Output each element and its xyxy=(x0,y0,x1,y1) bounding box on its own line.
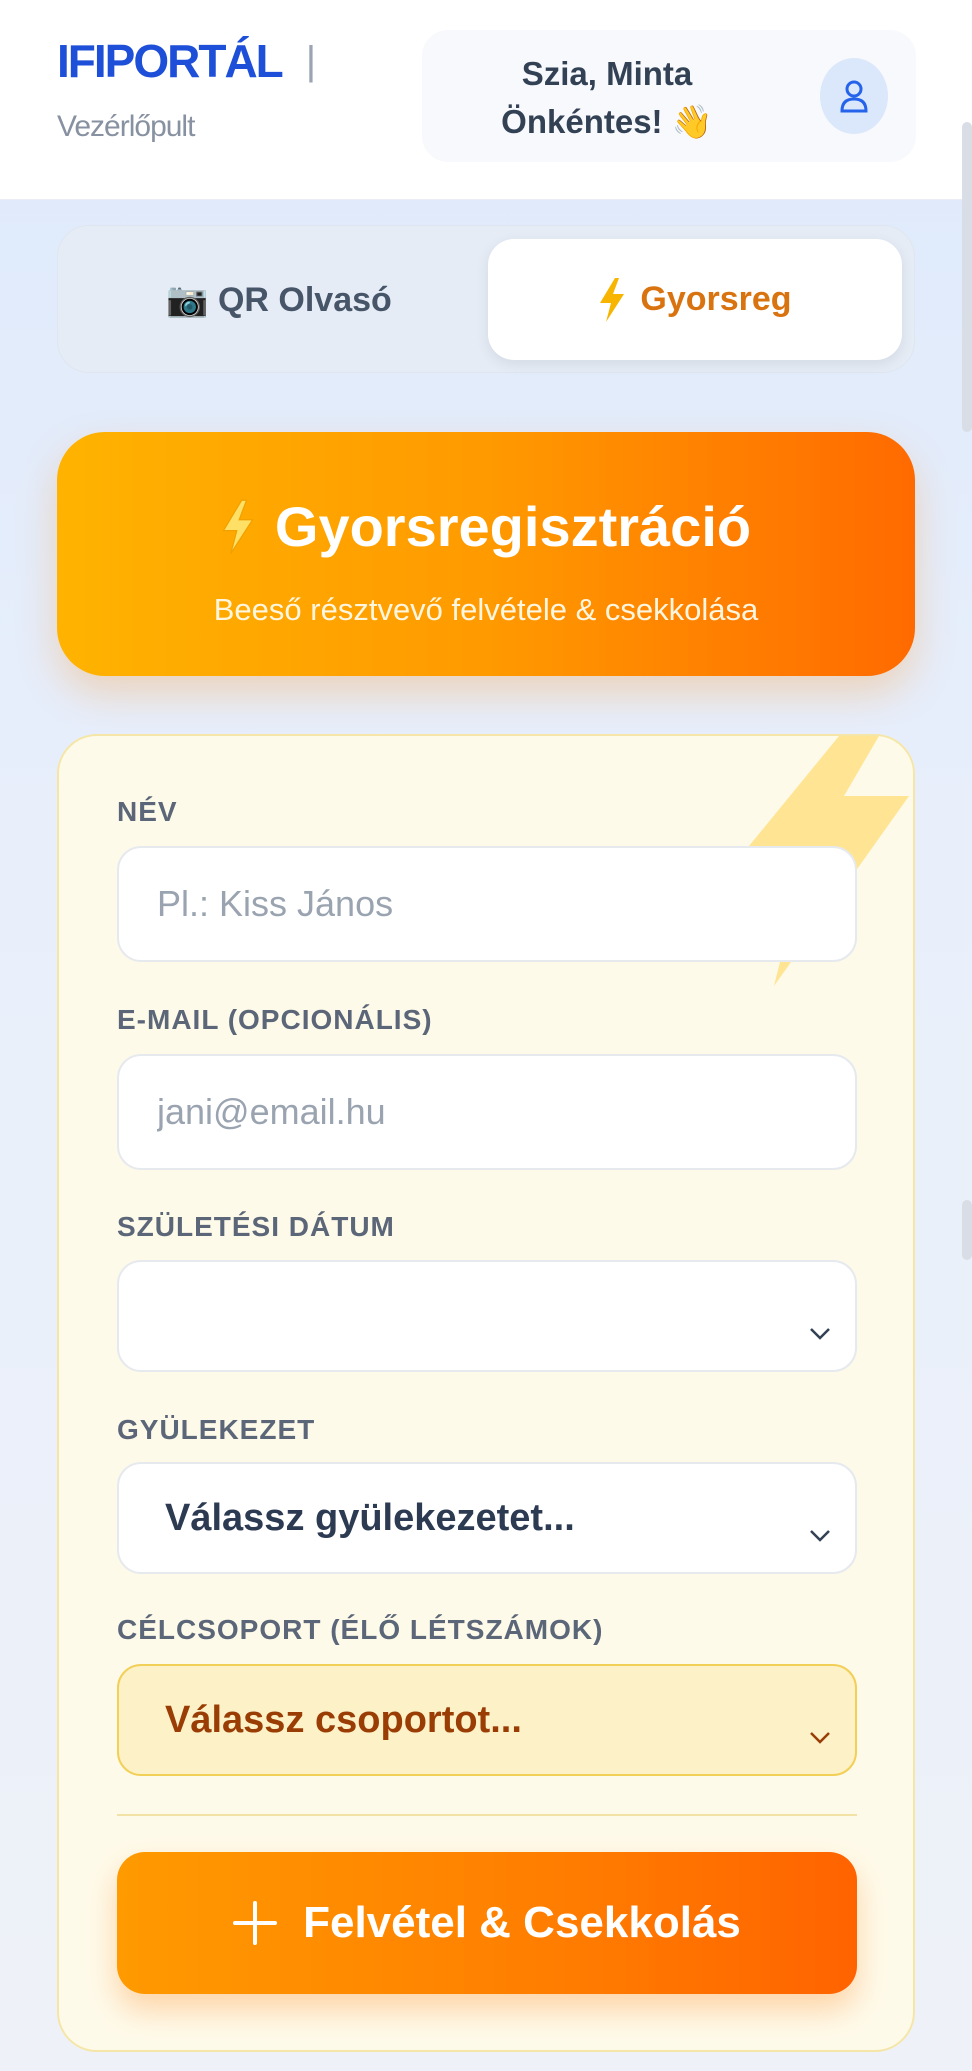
tab-quick-registration[interactable]: Gyorsreg xyxy=(488,239,902,360)
group-value: Válassz csoportot... xyxy=(165,1698,522,1741)
scrollbar-marker xyxy=(962,1200,972,1260)
banner-title: Gyorsregisztráció xyxy=(274,495,752,558)
quick-registration-banner: Gyorsregisztráció Beeső résztvevő felvét… xyxy=(57,432,915,676)
brand-separator: | xyxy=(305,38,317,83)
church-label: GYÜLEKEZET xyxy=(117,1414,316,1445)
birthdate-select[interactable] xyxy=(117,1260,857,1372)
tab-qr-reader[interactable]: 📷 QR Olvasó xyxy=(72,239,486,360)
email-label: E-MAIL (OPCIONÁLIS) xyxy=(117,1004,433,1035)
app-header: IFIPORTÁL | Vezérlőpult Szia, Minta Önké… xyxy=(0,0,972,200)
page-subtitle: Vezérlőpult xyxy=(57,110,195,143)
church-value: Válassz gyülekezetet... xyxy=(165,1496,575,1539)
lightning-icon xyxy=(221,497,255,557)
church-select[interactable]: Válassz gyülekezetet... xyxy=(117,1462,857,1574)
register-and-checkin-button[interactable]: Felvétel & Csekkolás xyxy=(117,1852,857,1994)
tab-qr-label: 📷 QR Olvasó xyxy=(166,280,392,319)
birthdate-label: SZÜLETÉSI DÁTUM xyxy=(117,1211,395,1242)
user-icon[interactable] xyxy=(820,58,888,134)
user-greeting-box[interactable]: Szia, Minta Önkéntes! 👋 xyxy=(422,30,916,162)
email-input[interactable] xyxy=(117,1054,857,1170)
submit-label: Felvétel & Csekkolás xyxy=(303,1898,741,1947)
form-divider xyxy=(117,1814,857,1816)
chevron-down-icon xyxy=(809,1308,831,1351)
scrollbar-thumb[interactable] xyxy=(962,122,972,432)
app-logo[interactable]: IFIPORTÁL xyxy=(57,34,284,88)
brand: IFIPORTÁL | Vezérlőpult xyxy=(57,34,316,144)
group-select[interactable]: Válassz csoportot... xyxy=(117,1664,857,1776)
user-greeting: Szia, Minta Önkéntes! 👋 xyxy=(501,55,713,140)
lightning-icon xyxy=(598,277,626,322)
name-label: NÉV xyxy=(117,796,178,827)
chevron-down-icon xyxy=(809,1712,831,1755)
banner-subtitle: Beeső résztvevő felvétele & csekkolása xyxy=(213,592,759,627)
group-label: CÉLCSOPORT (ÉLŐ LÉTSZÁMOK) xyxy=(117,1614,604,1645)
mode-tabs: 📷 QR Olvasó Gyorsreg xyxy=(57,225,915,373)
tab-quick-label: Gyorsreg xyxy=(640,280,792,318)
plus-icon xyxy=(233,1901,278,1945)
quick-registration-form: NÉV E-MAIL (OPCIONÁLIS) SZÜLETÉSI DÁTUM … xyxy=(57,734,915,2052)
name-input[interactable] xyxy=(117,846,857,962)
chevron-down-icon xyxy=(809,1510,831,1553)
